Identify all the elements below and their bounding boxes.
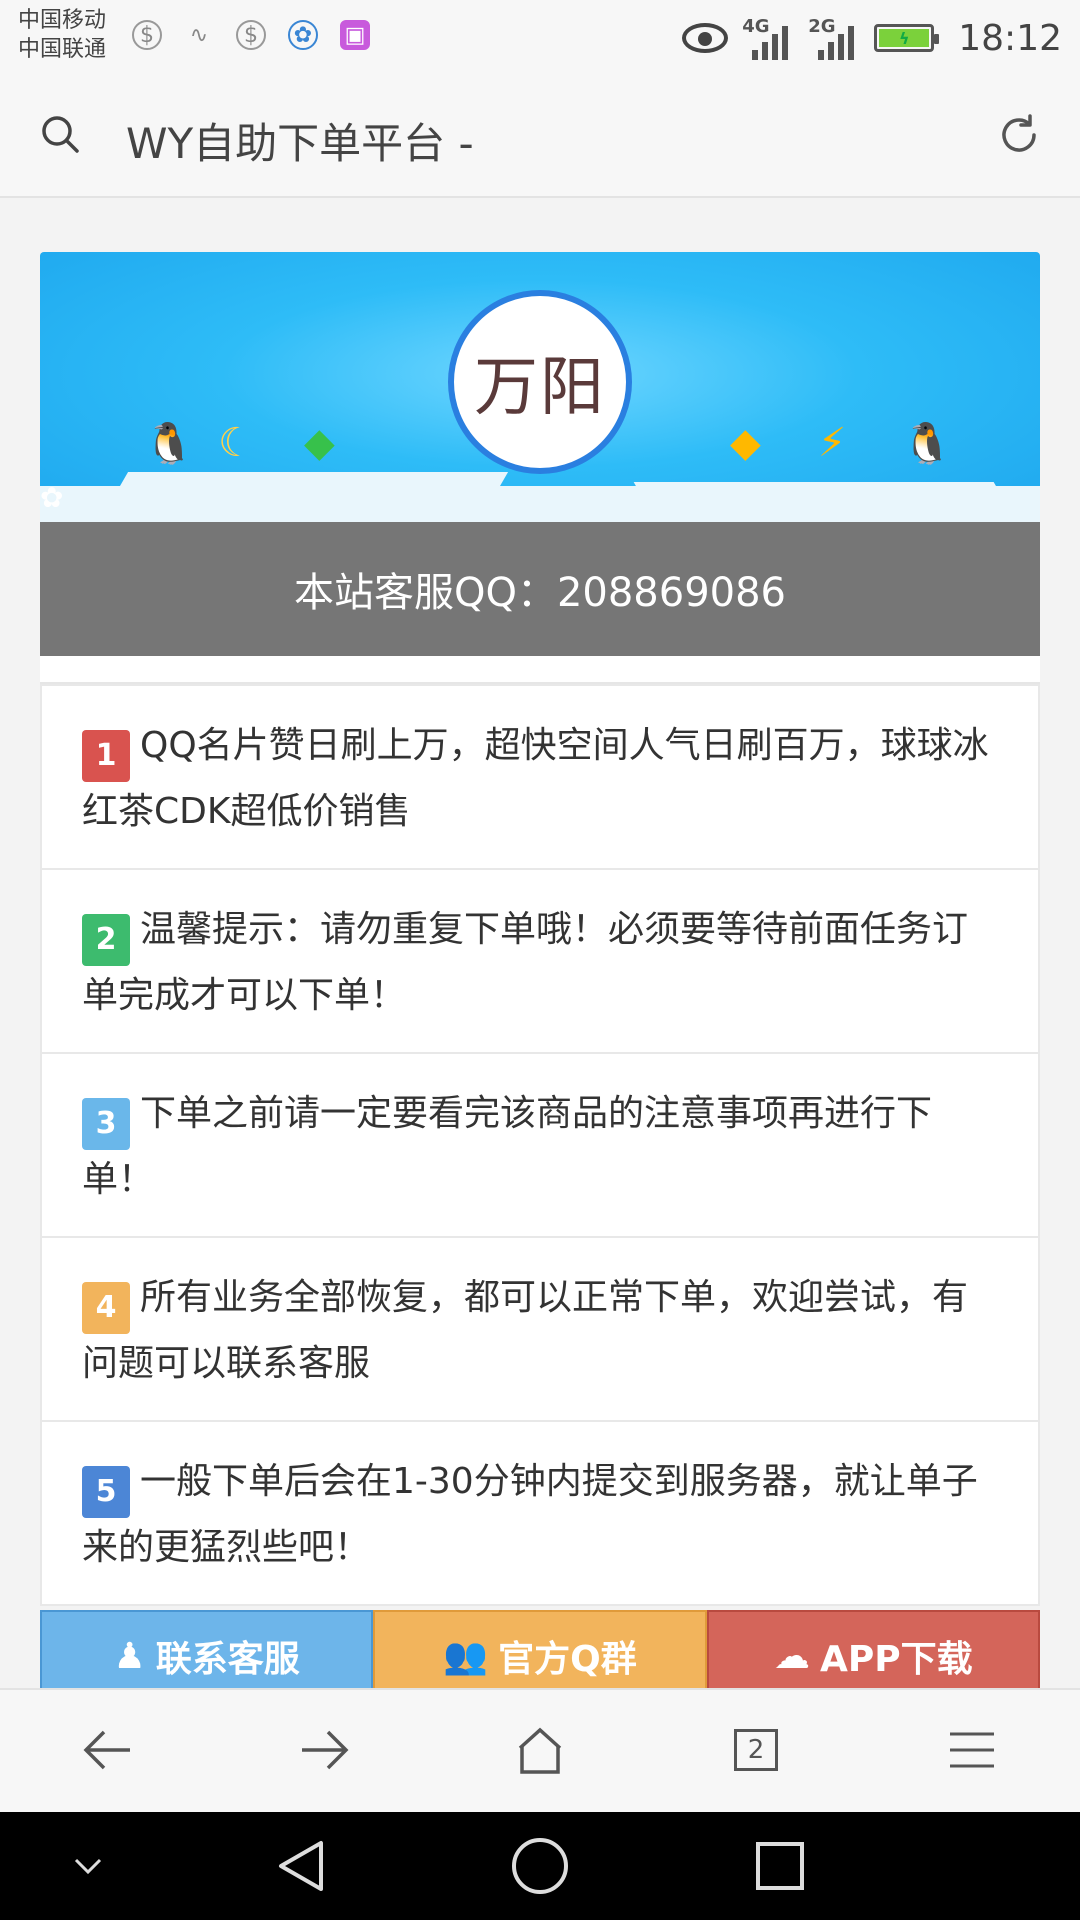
search-icon[interactable]	[40, 114, 80, 154]
page-title[interactable]: WY自助下单平台 -	[126, 110, 474, 171]
status-bar: 中国移动 中国联通 $ ∿ $ ✿ ▣ 4G 2G ϟ 18:12	[0, 0, 1080, 80]
system-recents-button[interactable]	[750, 1836, 810, 1896]
site-logo: 万阳	[448, 290, 632, 474]
home-button[interactable]	[510, 1720, 570, 1780]
carrier-1: 中国移动	[18, 8, 107, 33]
status-right: 4G 2G ϟ 18:12	[682, 10, 1062, 66]
clock: 18:12	[958, 17, 1062, 59]
notification-gear-icon: ✿	[288, 20, 318, 50]
chevron-down-icon	[74, 1858, 102, 1875]
users-icon: 👥	[443, 1636, 489, 1677]
system-back-button[interactable]	[270, 1836, 330, 1896]
notice-item-3: 3 下单之前请一定要看完该商品的注意事项再进行下单！	[40, 1054, 1040, 1238]
header-banner: 🐧 ☾ ◆ ◆ ⚡ 🐧 ✿ 万阳	[40, 252, 1040, 522]
lightning-icon: ⚡	[818, 420, 847, 466]
menu-icon	[950, 1732, 994, 1768]
tabs-button[interactable]: 2	[726, 1720, 786, 1780]
notification-signal-icon: ∿	[189, 22, 209, 48]
system-home-button[interactable]	[510, 1836, 570, 1896]
notice-item-2: 2 温馨提示：请勿重复下单哦！必须要等待前面任务订单完成才可以下单！	[40, 870, 1040, 1054]
green-diamond-icon: ◆	[304, 420, 335, 466]
signal-4g-icon: 4G	[742, 16, 794, 60]
notification-app-icon-2: $	[236, 20, 266, 50]
logo-text: 万阳	[474, 351, 606, 425]
qq-icon: ♟	[113, 1635, 146, 1677]
notice-text: 所有业务全部恢复，都可以正常下单，欢迎尝试，有问题可以联系客服	[82, 1277, 969, 1384]
refresh-icon[interactable]	[996, 112, 1042, 158]
eye-comfort-icon	[682, 23, 729, 53]
tabs-count: 2	[734, 1729, 778, 1771]
triangle-back-icon	[279, 1841, 323, 1891]
back-button[interactable]	[78, 1720, 138, 1780]
carrier-2: 中国联通	[18, 37, 107, 62]
notice-number-badge: 3	[82, 1098, 130, 1150]
notice-list: 1 QQ名片赞日刷上万，超快空间人气日刷百万，球球冰红茶CDK超低价销售 2 温馨提…	[40, 684, 1040, 1606]
customer-service-qq: 本站客服QQ：208869086	[40, 522, 1040, 656]
notice-item-1: 1 QQ名片赞日刷上万，超快空间人气日刷百万，球球冰红茶CDK超低价销售	[40, 684, 1040, 870]
notice-item-5: 5 一般下单后会在1-30分钟内提交到服务器，就让单子来的更猛烈些吧！	[40, 1422, 1040, 1606]
signal-2g-icon: 2G	[808, 16, 860, 60]
notice-text: 下单之前请一定要看完该商品的注意事项再进行下单！	[82, 1093, 933, 1200]
moon-icon: ☾	[218, 420, 254, 466]
page-content: 🐧 ☾ ◆ ◆ ⚡ 🐧 ✿ 万阳 本站客服QQ：208869086 1 QQ名片赞…	[40, 252, 1040, 1748]
notice-item-4: 4 所有业务全部恢复，都可以正常下单，欢迎尝试，有问题可以联系客服	[40, 1238, 1040, 1422]
square-recents-icon	[756, 1842, 804, 1890]
battery-icon: ϟ	[874, 24, 940, 52]
notice-number-badge: 2	[82, 914, 130, 966]
notification-app-icon: $	[132, 20, 162, 50]
gallery-icon: ▣	[340, 20, 370, 50]
notification-icons: $ ∿ $ ✿ ▣	[132, 20, 370, 50]
yellow-diamond-icon: ◆	[730, 420, 761, 466]
forward-button[interactable]	[294, 1720, 354, 1780]
carrier-info: 中国移动 中国联通	[18, 6, 106, 64]
notice-number-badge: 4	[82, 1282, 130, 1334]
notice-number-badge: 5	[82, 1466, 130, 1518]
circle-home-icon	[512, 1838, 568, 1894]
qq-penguin-icon-2: 🐧	[902, 421, 952, 467]
notice-number-badge: 1	[82, 730, 130, 782]
menu-button[interactable]	[942, 1720, 1002, 1780]
bunny-icon: ✿	[40, 481, 64, 514]
qq-penguin-icon: 🐧	[144, 421, 194, 467]
browser-bottom-nav: 2	[0, 1688, 1080, 1812]
hide-nav-button[interactable]	[58, 1836, 118, 1896]
system-nav-bar	[0, 1812, 1080, 1920]
notice-text: QQ名片赞日刷上万，超快空间人气日刷百万，球球冰红茶CDK超低价销售	[82, 725, 989, 832]
home-icon	[518, 1727, 562, 1774]
notice-text: 温馨提示：请勿重复下单哦！必须要等待前面任务订单完成才可以下单！	[82, 909, 969, 1016]
arrow-left-icon	[83, 1730, 130, 1770]
arrow-right-icon	[302, 1730, 349, 1770]
cloud-download-icon: ☁	[774, 1635, 810, 1677]
browser-address-bar: WY自助下单平台 -	[0, 80, 1080, 198]
notice-text: 一般下单后会在1-30分钟内提交到服务器，就让单子来的更猛烈些吧！	[82, 1461, 978, 1568]
